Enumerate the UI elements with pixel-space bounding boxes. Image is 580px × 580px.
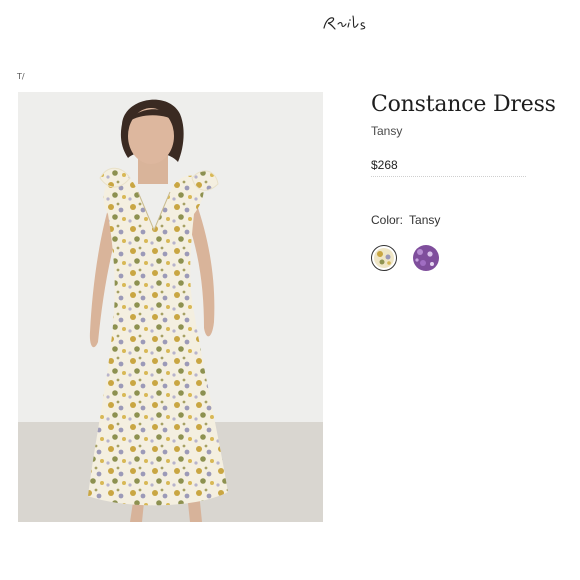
purple-floral-swatch-icon bbox=[413, 245, 439, 271]
product-variant: Tansy bbox=[371, 124, 403, 138]
product-price: $268 bbox=[371, 158, 398, 172]
brand-logo[interactable] bbox=[320, 12, 376, 34]
product-image[interactable] bbox=[18, 92, 323, 522]
breadcrumb[interactable]: T/ bbox=[17, 72, 25, 81]
product-title: Constance Dress bbox=[371, 92, 556, 117]
installment-placeholder-divider bbox=[371, 176, 526, 180]
color-selection-label: Color: Tansy bbox=[371, 213, 440, 227]
rails-script-logo-icon bbox=[323, 15, 366, 30]
color-label: Color: bbox=[371, 213, 404, 227]
swatch-tansy[interactable] bbox=[371, 245, 397, 271]
model-wearing-floral-dress-image bbox=[18, 92, 323, 522]
floral-print-swatch-icon bbox=[374, 248, 394, 268]
color-value: Tansy bbox=[409, 213, 441, 227]
swatch-purple-floral[interactable] bbox=[413, 245, 439, 271]
